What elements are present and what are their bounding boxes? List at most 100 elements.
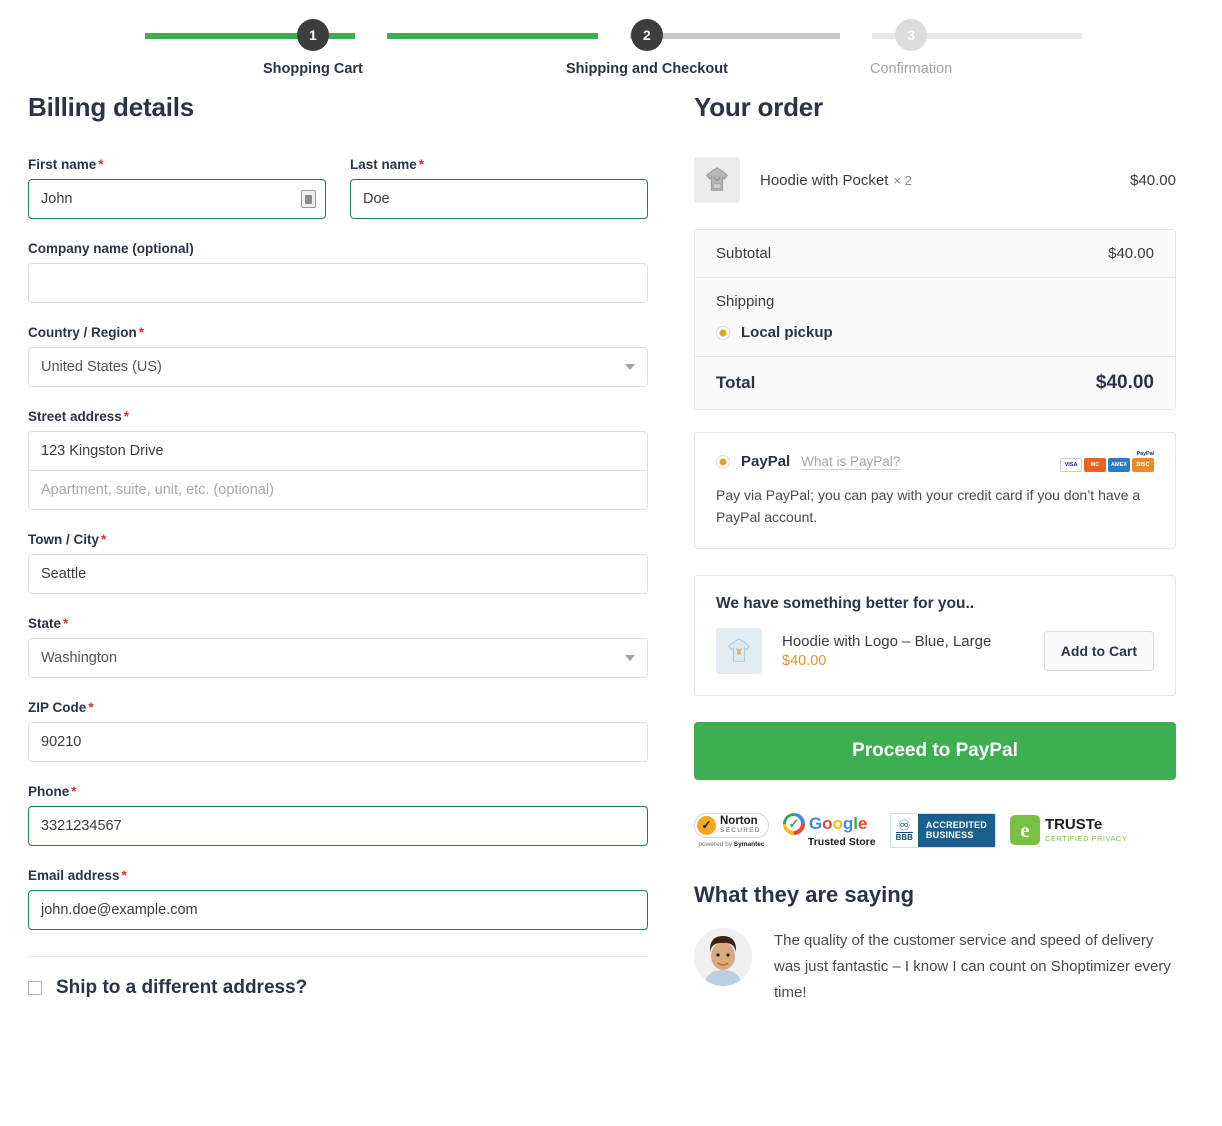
order-item-name: Hoodie with Pocket × 2	[760, 171, 912, 189]
upsell-product-price: $40.00	[782, 653, 827, 670]
order-item-price: $40.00	[1130, 171, 1176, 189]
proceed-to-paypal-button[interactable]: Proceed to PayPal	[694, 722, 1176, 781]
product-thumbnail-hoodie-logo-blue	[716, 628, 762, 675]
step-label-2: Shipping and Checkout	[566, 61, 728, 77]
upsell-product-row: Hoodie with Logo – Blue, Large $40.00 Ad…	[716, 628, 1154, 675]
field-phone: Phone * 3321234567	[28, 784, 648, 846]
label-state: State *	[28, 616, 69, 631]
required-marker: *	[71, 784, 77, 799]
subtotal-row: Subtotal $40.00	[695, 230, 1175, 277]
label-company-name: Company name (optional)	[28, 241, 194, 256]
radio-selected-icon[interactable]	[716, 454, 730, 469]
testimonial-row: The quality of the customer service and …	[694, 928, 1176, 1005]
truste-e-icon: e	[1009, 815, 1040, 846]
field-state: State * Washington	[28, 616, 648, 678]
badge-google-trusted-store: Google Trusted Store	[782, 808, 876, 852]
label-town-city: Town / City *	[28, 532, 107, 547]
testimonial-quote: The quality of the customer service and …	[774, 932, 1171, 1001]
truste-line2: CERTIFIED PRIVACY	[1044, 834, 1128, 844]
your-order-title: Your order	[694, 92, 823, 122]
chevron-down-icon	[625, 655, 635, 661]
ship-different-checkbox[interactable]	[28, 981, 42, 995]
company-name-input[interactable]	[28, 263, 648, 303]
field-last-name: Last name * Doe	[350, 157, 648, 219]
field-first-name: First name * John	[28, 157, 326, 219]
step-label-3: Confirmation	[870, 61, 953, 77]
total-row: Total $40.00	[695, 356, 1175, 409]
torch-icon: ♾	[897, 817, 911, 834]
paypal-description: Pay via PayPal; you can pay with your cr…	[716, 487, 1141, 525]
first-name-input[interactable]: John	[28, 179, 326, 219]
label-street-address: Street address *	[28, 409, 130, 424]
zip-code-input[interactable]: 90210	[28, 722, 648, 762]
phone-input[interactable]: 3321234567	[28, 806, 648, 846]
form-divider	[28, 956, 648, 957]
visa-card-icon: VISA	[1060, 458, 1082, 472]
apartment-input[interactable]: Apartment, suite, unit, etc. (optional)	[28, 470, 648, 510]
progress-step-shipping-checkout[interactable]: 2 Shipping and Checkout	[566, 19, 728, 77]
ship-to-different-address-row[interactable]: Ship to a different address?	[28, 977, 648, 999]
google-wordmark: Google	[808, 814, 868, 834]
testimonial-avatar	[694, 928, 752, 987]
step-number-2: 2	[630, 19, 663, 51]
billing-details-title: Billing details	[28, 92, 195, 122]
norton-line2: SECURED	[720, 826, 761, 834]
bbb-line1: ACCREDITED	[925, 820, 987, 831]
shipping-method-local-pickup[interactable]: Local pickup	[716, 324, 1154, 341]
upsell-product-info: Hoodie with Logo – Blue, Large $40.00	[782, 633, 1024, 669]
town-city-input[interactable]: Seattle	[28, 554, 648, 594]
upsell-product-name: Hoodie with Logo – Blue, Large	[782, 633, 992, 651]
step-number-3: 3	[895, 19, 928, 51]
add-to-cart-button[interactable]: Add to Cart	[1043, 631, 1154, 672]
google-check-icon	[782, 812, 805, 835]
shipping-row: Shipping Local pickup	[695, 277, 1175, 356]
payment-method-paypal[interactable]: PayPal What is PayPal? PayPal VISA MC AM…	[694, 432, 1176, 550]
progress-step-shopping-cart[interactable]: 1 Shopping Cart	[263, 19, 363, 77]
paypal-label: PayPal	[741, 453, 791, 470]
what-is-paypal-link[interactable]: What is PayPal?	[801, 454, 901, 470]
trust-badges-row: ✓ Norton SECURED powered by Symantec Goo…	[694, 808, 1176, 852]
last-name-input[interactable]: Doe	[350, 179, 648, 219]
paypal-mini-logo: PayPal	[1136, 451, 1155, 457]
subtotal-label: Subtotal	[716, 245, 772, 262]
billing-details-section: Billing details First name * John Last na…	[28, 92, 648, 1006]
total-label: Total	[716, 373, 756, 392]
step-label-1: Shopping Cart	[263, 61, 363, 77]
shipping-method-label: Local pickup	[741, 324, 833, 341]
order-summary-section: Your order Hoodie with Pocket × 2 $40.00 …	[694, 92, 1176, 1006]
order-totals-table: Subtotal $40.00 Shipping Local pickup To…	[694, 229, 1176, 410]
label-first-name: First name *	[28, 157, 104, 172]
total-value: $40.00	[1095, 372, 1154, 393]
mastercard-card-icon: MC	[1084, 458, 1106, 472]
required-marker: *	[418, 157, 425, 172]
discover-card-icon: DISC	[1132, 458, 1154, 472]
required-marker: *	[138, 325, 145, 340]
label-last-name: Last name *	[350, 157, 425, 172]
truste-line1: TRUSTe	[1044, 816, 1103, 834]
radio-selected-icon[interactable]	[716, 325, 730, 340]
label-email-address: Email address *	[28, 868, 127, 883]
norton-subtext: powered by Symantec	[698, 840, 765, 848]
autofill-contact-icon[interactable]	[301, 190, 316, 208]
field-email-address: Email address * john.doe@example.com	[28, 868, 648, 930]
country-region-select[interactable]: United States (US)	[28, 347, 648, 387]
required-marker: *	[98, 157, 104, 172]
subtotal-value: $40.00	[1108, 245, 1154, 262]
state-select[interactable]: Washington	[28, 638, 648, 678]
checkout-progress-bar: 1 Shopping Cart 2 Shipping and Checkout …	[0, 0, 1222, 92]
email-address-input[interactable]: john.doe@example.com	[28, 890, 648, 930]
testimonial-section-title: What they are saying	[694, 882, 915, 908]
accepted-cards-group: PayPal VISA MC AMEX DISC	[1060, 451, 1154, 472]
amex-card-icon: AMEX	[1108, 458, 1130, 472]
field-company-name: Company name (optional)	[28, 241, 648, 303]
required-marker: *	[123, 409, 130, 424]
label-zip-code: ZIP Code *	[28, 700, 94, 715]
label-phone: Phone *	[28, 784, 77, 799]
field-town-city: Town / City * Seattle	[28, 532, 648, 594]
field-country-region: Country / Region * United States (US)	[28, 325, 648, 387]
street-address-input[interactable]: 123 Kingston Drive	[28, 431, 648, 471]
upsell-title: We have something better for you..	[716, 595, 975, 613]
upsell-box: We have something better for you.. Hoodi…	[694, 575, 1176, 697]
paypal-header: PayPal What is PayPal? PayPal VISA MC AM…	[716, 451, 1154, 472]
shipping-label: Shipping	[716, 293, 775, 310]
